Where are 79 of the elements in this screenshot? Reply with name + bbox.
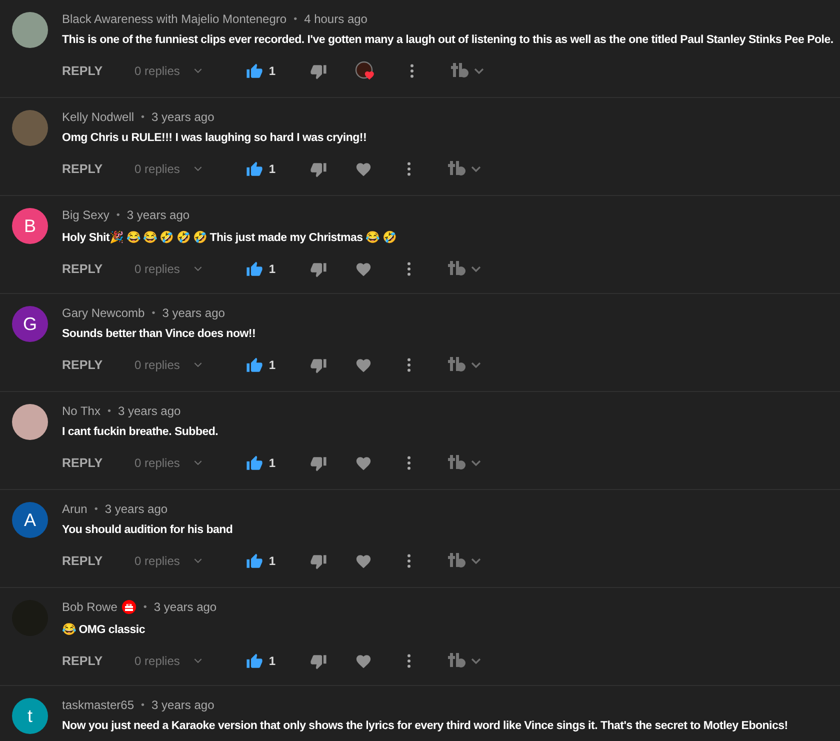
- replies-count[interactable]: 0 replies: [134, 654, 180, 668]
- author-name[interactable]: Kelly Nodwell: [62, 110, 134, 124]
- reply-button[interactable]: REPLY: [62, 162, 103, 176]
- thumbs-up-icon[interactable]: [246, 356, 263, 374]
- thumbs-down-icon[interactable]: [310, 62, 327, 80]
- comment-time[interactable]: 3 years ago: [118, 404, 181, 418]
- reply-button[interactable]: REPLY: [62, 554, 103, 568]
- thumbs-up-icon[interactable]: [246, 62, 263, 80]
- separator-dot: •: [115, 210, 121, 220]
- heart-icon[interactable]: [354, 260, 372, 278]
- avatar-letter[interactable]: A: [12, 502, 48, 538]
- comment-time[interactable]: 4 hours ago: [304, 12, 368, 26]
- replies-count[interactable]: 0 replies: [134, 64, 180, 78]
- avatar-letter[interactable]: G: [12, 306, 48, 342]
- reply-button[interactable]: REPLY: [62, 262, 103, 276]
- like-count: 1: [268, 64, 276, 78]
- replies-count[interactable]: 0 replies: [134, 554, 180, 568]
- author-name[interactable]: Black Awareness with Majelio Montenegro: [62, 12, 287, 26]
- replies-count[interactable]: 0 replies: [134, 262, 180, 276]
- author-name[interactable]: taskmaster65: [62, 698, 134, 712]
- heart-icon[interactable]: [354, 454, 372, 472]
- comment-text: 😂 OMG classic: [62, 622, 146, 636]
- reply-button[interactable]: REPLY: [62, 456, 103, 470]
- thumbs-up-icon[interactable]: [246, 454, 263, 472]
- thumbs-up-icon[interactable]: [246, 260, 263, 278]
- avatar-photo[interactable]: [12, 404, 48, 440]
- reply-button[interactable]: REPLY: [62, 64, 103, 78]
- thumbs-up-icon[interactable]: [246, 160, 263, 178]
- separator-dot: •: [150, 308, 156, 318]
- separator-dot: •: [106, 406, 112, 416]
- comment-time[interactable]: 3 years ago: [152, 110, 214, 124]
- replies-count[interactable]: 0 replies: [134, 456, 180, 470]
- comment-time[interactable]: 3 years ago: [162, 306, 225, 320]
- comment-time[interactable]: 3 years ago: [154, 600, 217, 614]
- thumbs-down-icon[interactable]: [310, 552, 327, 570]
- thumbs-up-icon[interactable]: [246, 552, 263, 570]
- like-count: 1: [268, 358, 276, 372]
- heart-icon[interactable]: [354, 652, 372, 670]
- comment-text: I cant fuckin breathe. Subbed.: [62, 426, 220, 438]
- comment-time[interactable]: 3 years ago: [152, 698, 214, 712]
- comment-text: Sounds better than Vince does now!!: [62, 328, 257, 340]
- replies-count[interactable]: 0 replies: [134, 358, 180, 372]
- comment-time[interactable]: 3 years ago: [104, 502, 168, 516]
- heart-icon[interactable]: [354, 356, 372, 374]
- thumbs-down-icon[interactable]: [310, 160, 327, 178]
- reply-button[interactable]: REPLY: [62, 654, 103, 668]
- thumbs-down-icon[interactable]: [310, 356, 327, 374]
- comment-text: Holy Shit🎉 😂 😂 🤣 🤣 🤣 This just made my Christmas 😂 🤣: [62, 230, 398, 244]
- thumbs-down-icon[interactable]: [310, 260, 327, 278]
- separator-dot: •: [93, 504, 99, 514]
- heart-icon[interactable]: [354, 160, 372, 178]
- author-name[interactable]: Bob Rowe: [62, 600, 118, 614]
- avatar-letter[interactable]: t: [12, 698, 48, 734]
- like-count: 1: [268, 654, 276, 668]
- author-name[interactable]: Arun: [62, 502, 88, 516]
- heart-icon[interactable]: [354, 552, 372, 570]
- avatar-letter[interactable]: B: [12, 208, 48, 244]
- author-name[interactable]: Big Sexy: [62, 208, 110, 222]
- comment-time[interactable]: 3 years ago: [126, 208, 190, 222]
- like-count: 1: [268, 262, 276, 276]
- comment-text: Omg Chris u RULE!!! I was laughing so hard I was crying!!: [62, 132, 368, 144]
- comment-text: This is one of the funniest clips ever recorded. I've gotten many a laugh out of listening to this as well as the one titled Paul Stanley Stinks Pee Pole.: [62, 34, 834, 46]
- separator-dot: •: [140, 700, 146, 710]
- like-count: 1: [268, 162, 276, 176]
- separator-dot: •: [140, 112, 146, 122]
- thumbs-up-icon[interactable]: [246, 652, 263, 670]
- like-count: 1: [268, 554, 276, 568]
- replies-count[interactable]: 0 replies: [134, 162, 180, 176]
- author-name[interactable]: Gary Newcomb: [62, 306, 145, 320]
- separator-dot: •: [142, 602, 148, 612]
- like-count: 1: [268, 456, 276, 470]
- thumbs-down-icon[interactable]: [310, 454, 327, 472]
- separator-dot: •: [292, 14, 298, 24]
- reply-button[interactable]: REPLY: [62, 358, 103, 372]
- author-name[interactable]: No Thx: [62, 404, 100, 418]
- comment-text: Now you just need a Karaoke version that only shows the lyrics for every third word like Vince sings it. That's the secret to Motley Ebonics!: [62, 720, 788, 732]
- comment-text: You should audition for his band: [62, 524, 234, 536]
- avatar-photo[interactable]: [12, 12, 48, 48]
- thumbs-down-icon[interactable]: [310, 652, 327, 670]
